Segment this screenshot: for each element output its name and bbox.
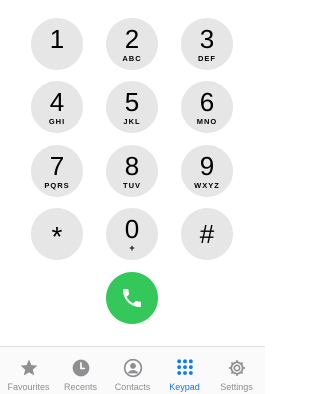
key-digit: 6 (199, 86, 215, 117)
key-8[interactable]: 8 TUV (106, 145, 158, 197)
tab-bar: Favourites Recents Contacts Keypad Setti… (0, 346, 265, 394)
key-letters: TUV (123, 180, 141, 190)
key-digit: # (199, 219, 215, 249)
star-icon (19, 358, 39, 378)
key-digit: 7 (49, 150, 65, 181)
key-letters: WXYZ (194, 180, 220, 190)
clock-icon (71, 358, 91, 378)
key-letters: + (129, 242, 135, 253)
key-digit: 4 (49, 86, 65, 117)
key-7[interactable]: 7 PQRS (31, 145, 83, 197)
key-letters: JKL (123, 116, 141, 126)
person-icon (123, 358, 143, 378)
tab-favourites[interactable]: Favourites (2, 347, 55, 394)
tab-label: Keypad (169, 382, 200, 392)
key-digit: * (51, 221, 63, 252)
phone-dialer-screen: 1 2 ABC 3 DEF 4 GHI 5 JKL 6 MNO 7 PQRS 8… (0, 0, 265, 394)
tab-settings[interactable]: Settings (210, 347, 263, 394)
key-hash[interactable]: # (181, 208, 233, 260)
tab-recents[interactable]: Recents (54, 347, 107, 394)
tab-contacts[interactable]: Contacts (106, 347, 159, 394)
key-digit: 0 (124, 213, 140, 244)
tab-label: Favourites (7, 382, 50, 392)
call-button[interactable] (106, 272, 158, 324)
key-2[interactable]: 2 ABC (106, 18, 158, 70)
key-letters: ABC (122, 53, 142, 63)
tab-keypad[interactable]: Keypad (158, 347, 211, 394)
key-9[interactable]: 9 WXYZ (181, 145, 233, 197)
key-letters: DEF (198, 53, 216, 63)
key-5[interactable]: 5 JKL (106, 81, 158, 133)
key-3[interactable]: 3 DEF (181, 18, 233, 70)
tab-label: Settings (220, 382, 253, 392)
key-digit: 8 (124, 150, 140, 181)
gear-icon (227, 358, 247, 378)
key-digit: 3 (199, 23, 215, 54)
phone-icon (123, 289, 141, 307)
key-1[interactable]: 1 (31, 18, 83, 70)
key-digit: 5 (124, 86, 140, 117)
key-digit: 9 (199, 150, 215, 181)
key-0[interactable]: 0 + (106, 208, 158, 260)
key-letters: PQRS (44, 180, 70, 190)
keypad-icon (175, 358, 195, 378)
key-letters: MNO (196, 116, 218, 126)
key-4[interactable]: 4 GHI (31, 81, 83, 133)
key-digit: 1 (49, 23, 65, 54)
key-digit: 2 (124, 23, 140, 54)
tab-label: Recents (63, 382, 98, 392)
tab-label: Contacts (114, 382, 151, 392)
key-letters: GHI (48, 116, 66, 126)
key-6[interactable]: 6 MNO (181, 81, 233, 133)
key-star[interactable]: * (31, 208, 83, 260)
